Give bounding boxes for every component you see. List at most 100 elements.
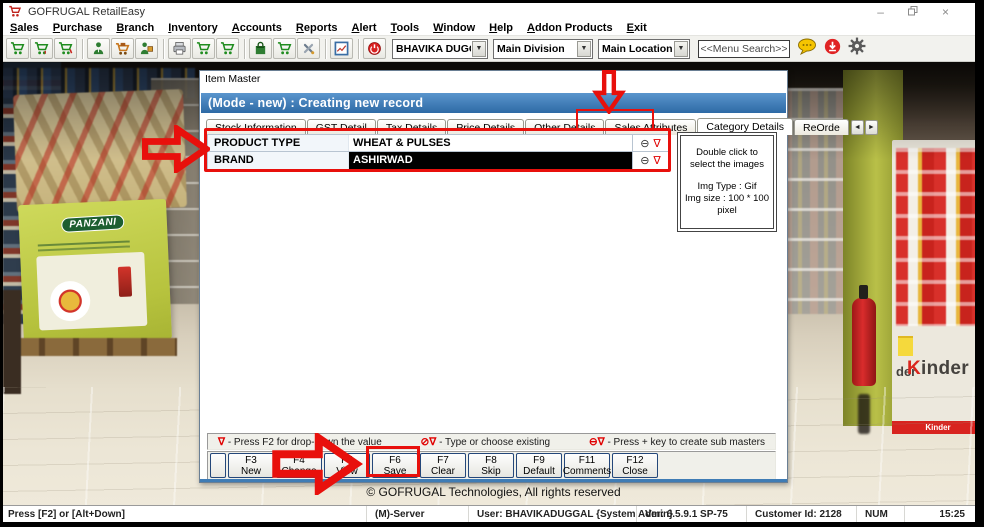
menu-reports[interactable]: Reports (289, 22, 345, 34)
download-button[interactable] (824, 38, 841, 60)
f9-default-button[interactable]: F9 Default (516, 453, 562, 478)
chevron-down-icon[interactable]: ▼ (674, 40, 688, 57)
hint-dropdown: ∇ - Press F2 for drop-down the value (218, 436, 382, 448)
tools-button[interactable] (297, 38, 320, 59)
power-icon (368, 42, 381, 55)
create-submaster-icon[interactable]: ⊖ (640, 154, 649, 167)
menu-sales[interactable]: Sales (3, 22, 46, 34)
hint-type-choose: ⊘∇ - Type or choose existing (421, 436, 551, 448)
create-submaster-icon[interactable]: ⊖ (640, 137, 649, 150)
user-dropdown[interactable]: BHAVIKA DUGG ▼ (392, 38, 488, 59)
minimize-button[interactable]: – (877, 6, 884, 18)
power-button[interactable] (363, 38, 386, 59)
menu-inventory[interactable]: Inventory (161, 22, 225, 34)
chat-button[interactable] (797, 38, 817, 60)
division-dropdown[interactable]: Main Division ▼ (493, 38, 593, 59)
supplier-icon (140, 42, 153, 55)
product-type-input[interactable]: WHEAT & PULSES (348, 135, 632, 151)
menu-exit[interactable]: Exit (620, 22, 654, 34)
chevron-down-icon[interactable]: ▼ (577, 40, 591, 57)
purchase-cart-button[interactable] (111, 38, 134, 59)
hint-bar: ∇ - Press F2 for drop-down the value ⊘∇ … (207, 433, 776, 450)
tab-gst-detail[interactable]: GST Detail (306, 119, 376, 135)
f3-new-button[interactable]: F3 New (228, 453, 274, 478)
tab-stock-information[interactable]: Stock Information (206, 119, 306, 135)
image-picker-line1: Double click to select the images (690, 147, 764, 171)
menu-accounts[interactable]: Accounts (225, 22, 289, 34)
status-key-hint: Press [F2] or [Alt+Down] (8, 508, 125, 520)
sales-cart-button[interactable] (6, 38, 29, 59)
image-picker-panel[interactable]: Double click to select the images Img Ty… (677, 132, 777, 232)
kinder-logo: Kinder (907, 358, 969, 379)
hint-type-choose-text: - Type or choose existing (439, 436, 551, 448)
tab-scroll-right-button[interactable]: ► (864, 120, 878, 135)
pasta-pallet (12, 89, 188, 213)
toolbar-separator (244, 38, 245, 59)
menu-window[interactable]: Window (426, 22, 482, 34)
brand-input[interactable]: ASHIRWAD (348, 152, 632, 169)
f7-clear-button[interactable]: F7 Clear (420, 453, 466, 478)
stock-cart-button[interactable] (192, 38, 215, 59)
price-sticker (898, 336, 913, 356)
customer-icon (93, 42, 104, 55)
application-window: GOFRUGAL RetailEasy – × Sales Purchase B… (3, 3, 975, 522)
menu-branch[interactable]: Branch (109, 22, 161, 34)
f4-change-button[interactable]: F4 Change (276, 453, 322, 478)
tab-tax-details[interactable]: Tax Details (376, 119, 447, 135)
brand-label: BRAND (208, 152, 348, 169)
dark-box (3, 290, 21, 394)
dialog-bottom-edge (200, 479, 787, 482)
sales-return-cart-button[interactable] (30, 38, 53, 59)
f8-skip-button[interactable]: F8 Skip (468, 453, 514, 478)
transfer-cart-button[interactable] (216, 38, 239, 59)
product-type-row: PRODUCT TYPE WHEAT & PULSES ⊖ ∇ (207, 134, 669, 152)
f6-save-button[interactable]: F6 Save (372, 453, 418, 478)
workspace: PANZANI der Kinder Kinder (3, 62, 975, 505)
menu-tools[interactable]: Tools (384, 22, 427, 34)
menu-search-input[interactable] (698, 39, 790, 58)
brand-actions: ⊖ ∇ (632, 152, 668, 169)
category-fields: PRODUCT TYPE WHEAT & PULSES ⊖ ∇ BRAND AS… (207, 134, 669, 170)
tab-strip: Stock Information GST Detail Tax Details… (206, 116, 878, 135)
close-button[interactable]: × (942, 6, 949, 18)
toolbar: BHAVIKA DUGG ▼ Main Division ▼ Main Loca… (3, 36, 975, 62)
item-cart-icon (277, 42, 292, 55)
reports-chart-button[interactable] (330, 38, 353, 59)
menu-alert[interactable]: Alert (344, 22, 383, 34)
type-choose-hint-icon: ⊘∇ (420, 435, 437, 448)
printer-button[interactable] (168, 38, 191, 59)
wooden-pallet (11, 338, 177, 356)
settings-button[interactable] (848, 37, 866, 60)
menu-help[interactable]: Help (482, 22, 520, 34)
toolbar-separator (358, 38, 359, 59)
restore-button[interactable] (907, 5, 918, 18)
supplier-button[interactable] (135, 38, 158, 59)
customer-button[interactable] (87, 38, 110, 59)
menu-purchase[interactable]: Purchase (46, 22, 110, 34)
title-bar: GOFRUGAL RetailEasy – × (3, 3, 975, 20)
tab-other-details[interactable]: Other Details (525, 119, 605, 135)
menu-addon-products[interactable]: Addon Products (520, 22, 620, 34)
dropdown-icon[interactable]: ∇ (653, 137, 660, 150)
chevron-down-icon[interactable]: ▼ (472, 40, 486, 57)
location-dropdown[interactable]: Main Location ▼ (598, 38, 690, 59)
status-server: (M)-Server (366, 506, 468, 522)
cart-alert-button[interactable] (54, 38, 77, 59)
division-dropdown-value: Main Division (497, 42, 565, 55)
tab-price-details[interactable]: Price Details (447, 119, 525, 135)
restore-icon (907, 5, 918, 15)
user-dropdown-value: BHAVIKA DUGG (396, 42, 471, 55)
blank-button[interactable] (210, 453, 226, 478)
inventory-bag-button[interactable] (249, 38, 272, 59)
dropdown-icon[interactable]: ∇ (653, 154, 660, 167)
settings-gear-icon (848, 37, 866, 55)
status-version: Ver: 6.5.9.1 SP-75 (636, 506, 746, 522)
function-button-bar: F3 New F4 Change F5 View F6 Save F7 Clear F8 S… (207, 451, 776, 480)
tab-scroll-left-button[interactable]: ◄ (850, 120, 864, 135)
f11-comments-button[interactable]: F11 Comments (563, 453, 611, 478)
f5-view-button[interactable]: F5 View (324, 453, 370, 478)
f12-close-button[interactable]: F12 Close (612, 453, 658, 478)
tab-reorder[interactable]: ReOrde (794, 119, 849, 135)
status-time: 15:25 (904, 506, 975, 522)
item-cart-button[interactable] (273, 38, 296, 59)
